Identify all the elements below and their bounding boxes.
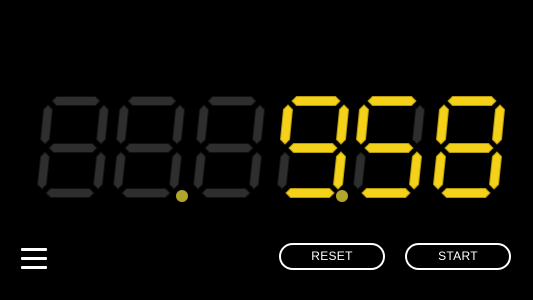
separator-dot-2	[336, 190, 348, 202]
start-button[interactable]: START	[405, 243, 511, 270]
segment-d	[201, 188, 251, 198]
segment-c	[408, 151, 423, 190]
segment-g	[364, 143, 414, 153]
segment-b	[411, 104, 426, 145]
segment-e	[36, 151, 51, 190]
segment-e	[352, 151, 367, 190]
segment-d	[441, 188, 491, 198]
segment-d	[361, 188, 411, 198]
stopwatch-screen: RESET START	[0, 0, 533, 300]
segment-g	[48, 143, 98, 153]
segment-b	[95, 104, 110, 145]
segment-g	[288, 143, 338, 153]
segment-a	[207, 96, 257, 106]
segment-g	[124, 143, 174, 153]
digit-6	[432, 96, 506, 198]
segment-a	[367, 96, 417, 106]
segment-g	[204, 143, 254, 153]
segment-f	[195, 104, 210, 145]
segment-d	[285, 188, 335, 198]
segment-a	[51, 96, 101, 106]
digit-3	[192, 96, 266, 198]
segment-a	[447, 96, 497, 106]
segment-e	[276, 151, 291, 190]
segment-c	[488, 151, 503, 190]
segment-f	[279, 104, 294, 145]
segment-b	[335, 104, 350, 145]
segment-c	[168, 151, 183, 190]
segment-b	[491, 104, 506, 145]
digit-5	[352, 96, 426, 198]
segment-b	[171, 104, 186, 145]
segment-f	[435, 104, 450, 145]
segment-f	[39, 104, 54, 145]
segment-d	[121, 188, 171, 198]
menu-button[interactable]	[19, 246, 51, 272]
digit-2	[112, 96, 186, 198]
digit-1	[36, 96, 110, 198]
segment-c	[248, 151, 263, 190]
separator-dot-1	[176, 190, 188, 202]
segment-f	[355, 104, 370, 145]
seven-segment-display	[36, 96, 506, 202]
segment-d	[45, 188, 95, 198]
segment-a	[127, 96, 177, 106]
segment-e	[432, 151, 447, 190]
segment-c	[92, 151, 107, 190]
segment-e	[112, 151, 127, 190]
segment-c	[332, 151, 347, 190]
segment-e	[192, 151, 207, 190]
segment-g	[444, 143, 494, 153]
reset-button[interactable]: RESET	[279, 243, 385, 270]
segment-a	[291, 96, 341, 106]
segment-f	[115, 104, 130, 145]
segment-b	[251, 104, 266, 145]
digit-4	[276, 96, 350, 198]
